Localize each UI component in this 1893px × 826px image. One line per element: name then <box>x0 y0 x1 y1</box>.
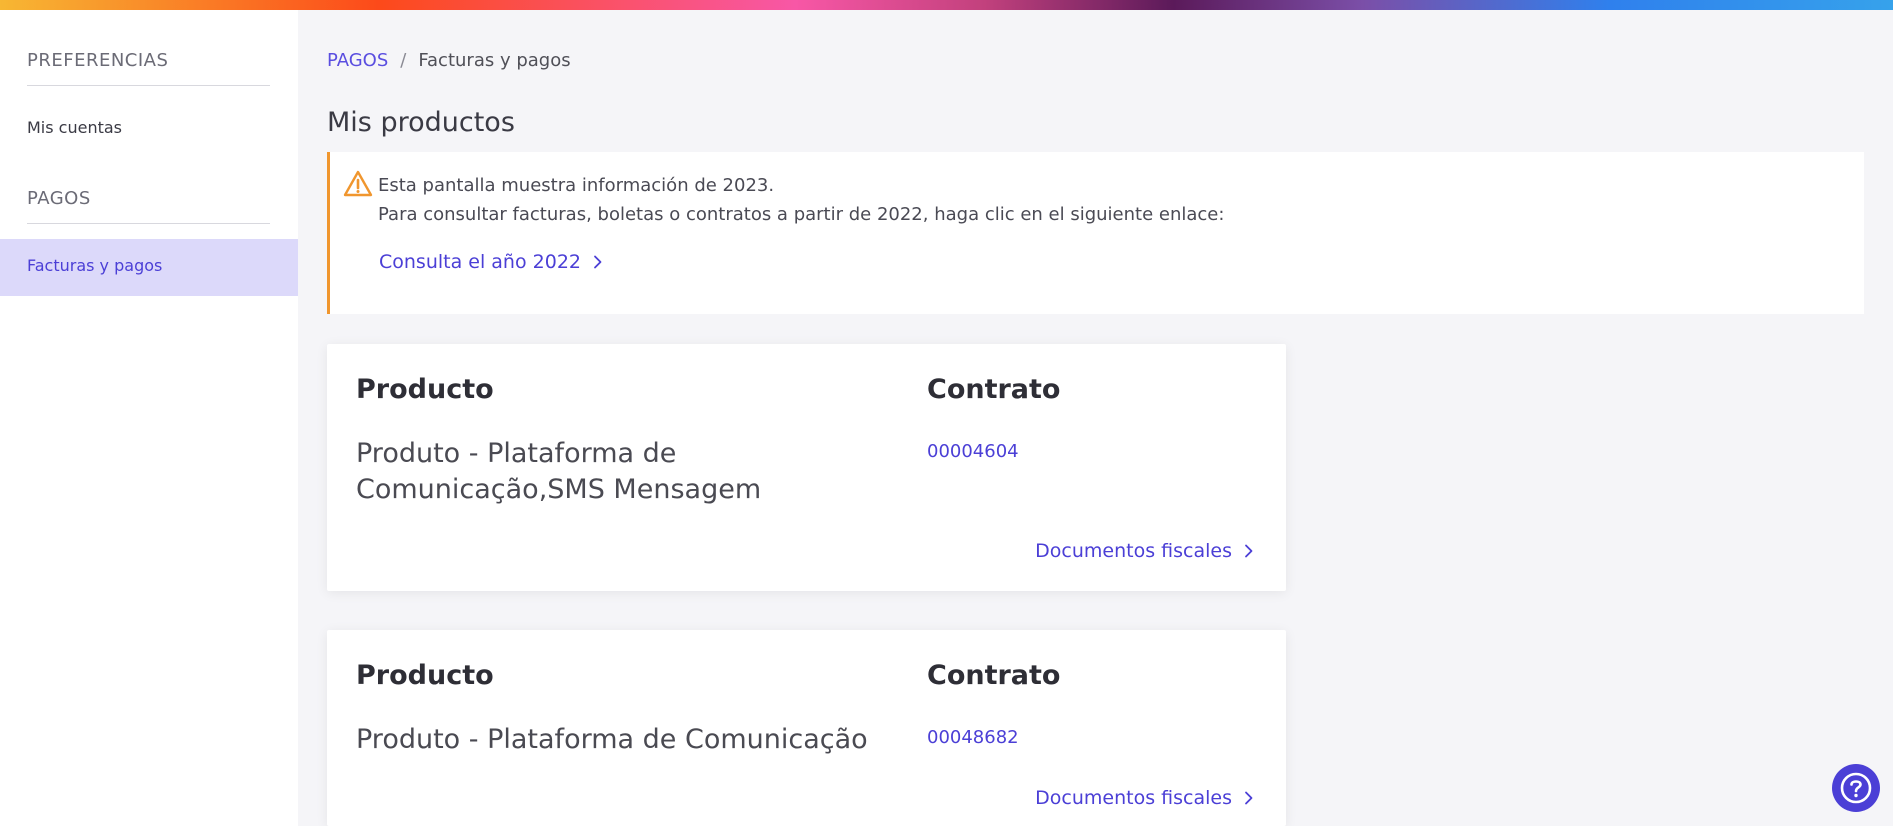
notice-text-line1: Esta pantalla muestra información de 202… <box>378 175 775 196</box>
sidebar-section-pagos: PAGOS <box>27 188 270 224</box>
sidebar-item-label: Facturas y pagos <box>27 256 163 275</box>
info-notice: Esta pantalla muestra información de 202… <box>327 152 1864 314</box>
contract-number-link[interactable]: 00048682 <box>927 727 1019 748</box>
sidebar: PREFERENCIAS Mis cuentas PAGOS Facturas … <box>0 10 298 826</box>
breadcrumb: PAGOS / Facturas y pagos <box>327 50 571 71</box>
sidebar-item-facturas-y-pagos[interactable]: Facturas y pagos <box>0 239 298 296</box>
help-button[interactable] <box>1832 764 1880 812</box>
contract-header: Contrato <box>927 374 1061 405</box>
help-icon <box>1840 772 1872 804</box>
warning-icon <box>343 170 373 197</box>
chevron-right-icon <box>1245 791 1253 805</box>
chevron-right-icon <box>594 255 602 269</box>
breadcrumb-link-pagos[interactable]: PAGOS <box>327 50 388 71</box>
breadcrumb-current: Facturas y pagos <box>418 50 571 71</box>
product-header: Producto <box>356 660 494 691</box>
product-name: Produto - Plataforma de Comunicação,SMS … <box>356 438 762 505</box>
documentos-fiscales-link[interactable]: Documentos fiscales <box>1035 540 1256 562</box>
documentos-fiscales-link[interactable]: Documentos fiscales <box>1035 787 1256 809</box>
contract-number-link[interactable]: 00004604 <box>927 441 1019 462</box>
chevron-right-icon <box>1245 544 1253 558</box>
notice-text-line2: Para consultar facturas, boletas o contr… <box>378 204 1225 225</box>
breadcrumb-separator: / <box>400 50 407 71</box>
consult-2022-link[interactable]: Consulta el año 2022 <box>379 251 605 273</box>
product-card: Producto Contrato Produto - Plataforma d… <box>327 344 1286 591</box>
page-title: Mis productos <box>327 107 515 138</box>
product-name: Produto - Plataforma de Comunicação <box>356 724 868 755</box>
main-content: PAGOS / Facturas y pagos Mis productos Est… <box>298 10 1893 826</box>
documentos-fiscales-label: Documentos fiscales <box>1035 540 1232 562</box>
sidebar-item-mis-cuentas[interactable]: Mis cuentas <box>27 118 122 137</box>
contract-header: Contrato <box>927 660 1061 691</box>
top-gradient-bar <box>0 0 1893 10</box>
consult-2022-label: Consulta el año 2022 <box>379 251 581 273</box>
product-card: Producto Contrato Produto - Plataforma d… <box>327 630 1286 826</box>
sidebar-section-preferences: PREFERENCIAS <box>27 50 270 86</box>
documentos-fiscales-label: Documentos fiscales <box>1035 787 1232 809</box>
product-header: Producto <box>356 374 494 405</box>
